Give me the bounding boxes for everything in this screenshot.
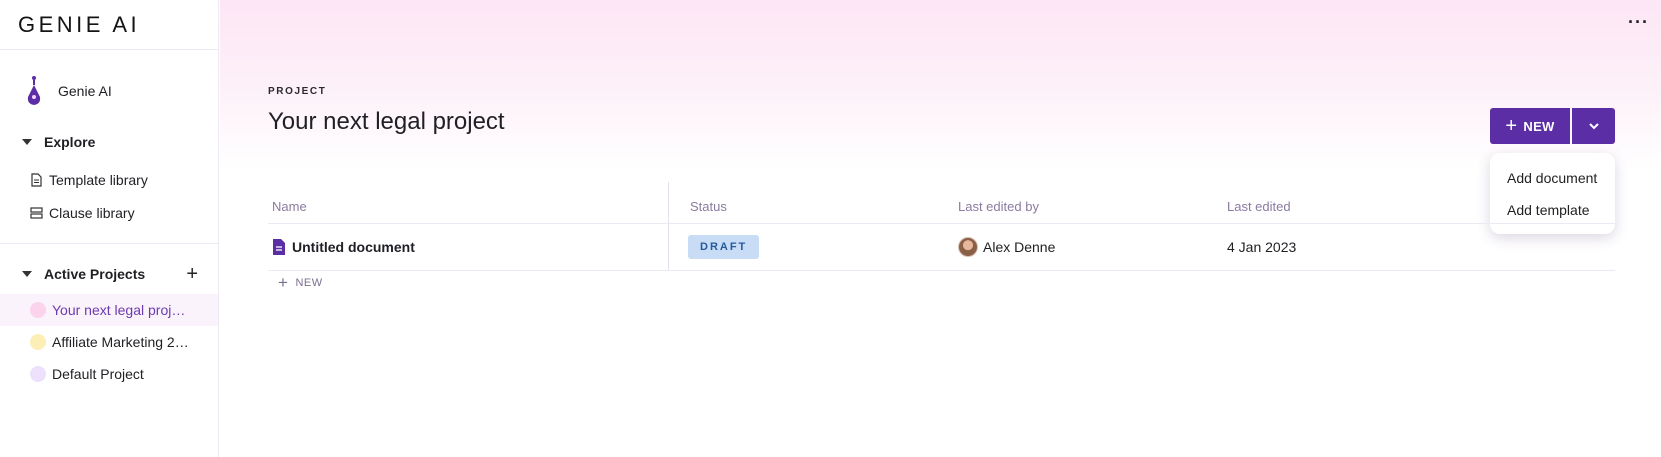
- clause-icon: [30, 206, 43, 219]
- active-projects-toggle[interactable]: Active Projects +: [0, 258, 218, 290]
- document-icon: [31, 172, 42, 187]
- last-edited-by-cell: Alex Denne: [958, 224, 1055, 270]
- table-row[interactable]: Untitled document DRAFT Alex Denne 4 Jan…: [268, 224, 1615, 271]
- caret-down-icon: [22, 139, 32, 145]
- name-cell: Untitled document: [272, 224, 415, 270]
- project-label: Your next legal project: [52, 302, 189, 318]
- chevron-down-icon: [1588, 123, 1599, 130]
- sidebar-item-project[interactable]: Default Project: [0, 358, 218, 390]
- new-dropdown-toggle[interactable]: [1572, 108, 1615, 144]
- sidebar: GENIE AI Genie AI Explore Template libra…: [0, 0, 219, 457]
- project-color-dot: [30, 366, 46, 382]
- document-icon: [273, 239, 285, 255]
- caret-down-icon: [22, 271, 32, 277]
- explore-label: Explore: [44, 134, 96, 150]
- explore-section-toggle[interactable]: Explore: [0, 126, 218, 158]
- table-header: Name Status Last edited by Last edited: [268, 190, 1615, 224]
- last-edited-cell: 4 Jan 2023: [1227, 224, 1296, 270]
- last-edited-date: 4 Jan 2023: [1227, 239, 1297, 255]
- workspace-switcher[interactable]: Genie AI: [0, 66, 218, 116]
- sidebar-divider: [0, 243, 218, 244]
- plus-icon: +: [1505, 115, 1518, 137]
- sidebar-item-clause-library[interactable]: Clause library: [0, 196, 218, 229]
- editor-name: Alex Denne: [983, 239, 1056, 255]
- page-eyebrow: PROJECT: [268, 86, 327, 97]
- app-logo[interactable]: GENIE AI: [18, 12, 140, 38]
- sidebar-item-template-library[interactable]: Template library: [0, 163, 218, 196]
- add-project-button[interactable]: +: [186, 264, 198, 284]
- workspace-name: Genie AI: [58, 83, 112, 99]
- column-header-last-edited[interactable]: Last edited: [1227, 190, 1291, 223]
- project-color-dot: [30, 334, 46, 350]
- page-title: Your next legal project: [268, 108, 505, 135]
- status-badge: DRAFT: [688, 235, 760, 259]
- sidebar-item-label: Clause library: [49, 204, 135, 221]
- main-content: ··· PROJECT Your next legal project + NE…: [220, 0, 1661, 457]
- new-button[interactable]: + NEW: [1490, 108, 1570, 144]
- column-header-last-edited-by[interactable]: Last edited by: [958, 190, 1039, 223]
- sidebar-item-project[interactable]: Affiliate Marketing 2023: [0, 326, 218, 358]
- project-color-dot: [30, 302, 46, 318]
- active-projects-label: Active Projects: [44, 266, 146, 282]
- logo-bar: GENIE AI: [0, 0, 218, 50]
- avatar: [958, 237, 978, 257]
- project-label: Affiliate Marketing 2023: [52, 334, 189, 350]
- genie-lamp-icon: [27, 76, 41, 105]
- plus-icon: +: [278, 273, 289, 292]
- new-button-label: NEW: [1523, 118, 1555, 134]
- add-row-label: NEW: [295, 276, 323, 289]
- sidebar-item-project[interactable]: Your next legal project: [0, 294, 218, 326]
- documents-table: Name Status Last edited by Last edited U…: [268, 182, 1615, 271]
- add-document-row-button[interactable]: + NEW: [278, 274, 323, 291]
- sidebar-item-label: Template library: [49, 171, 148, 188]
- more-options-icon[interactable]: ···: [1628, 12, 1649, 33]
- column-header-name[interactable]: Name: [272, 190, 307, 223]
- column-header-status[interactable]: Status: [690, 190, 727, 223]
- project-label: Default Project: [52, 366, 144, 382]
- status-cell: DRAFT: [688, 224, 760, 270]
- document-name[interactable]: Untitled document: [292, 239, 415, 255]
